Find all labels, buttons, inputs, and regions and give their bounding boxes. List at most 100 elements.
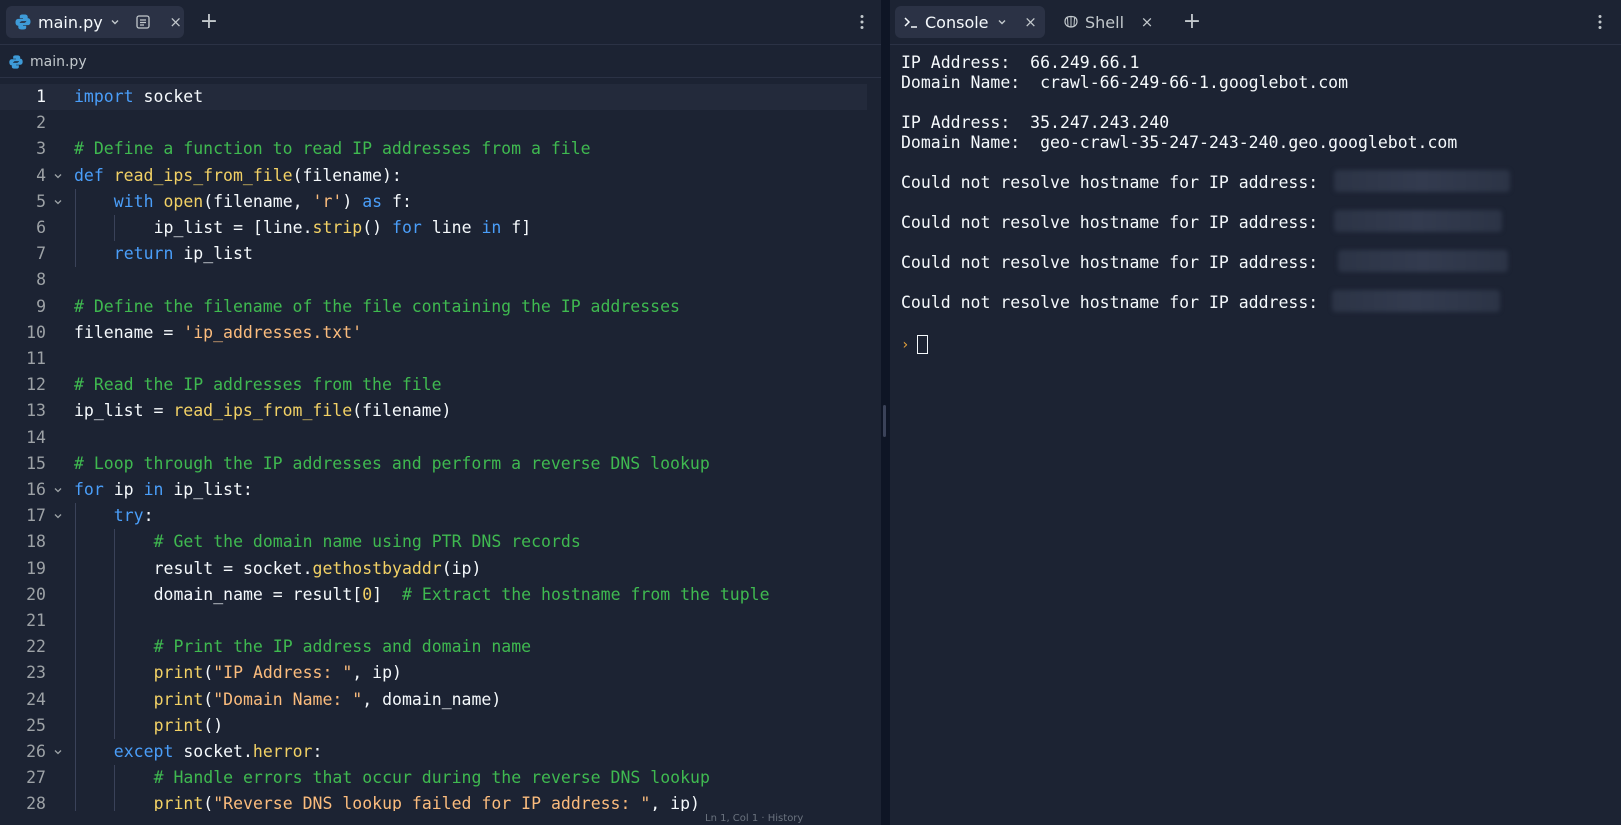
more-options-icon[interactable]	[852, 10, 872, 34]
code-line[interactable]: 3 # Define a function to read IP addresse…	[0, 136, 867, 162]
code-line[interactable]: 9 # Define the filename of the file conta…	[0, 294, 867, 320]
code-text: print("IP Address: ", ip)	[153, 663, 402, 683]
console-prompt[interactable]: ›	[901, 335, 929, 354]
code-text: with open(filename, 'r') as f:	[113, 191, 412, 211]
code-line[interactable]: 25 print()	[0, 713, 867, 739]
line-number: 5	[36, 191, 46, 211]
code-text: print("Domain Name: ", domain_name)	[153, 689, 502, 709]
fold-chevron-icon[interactable]	[52, 189, 64, 215]
code-line[interactable]: 1 import socket	[0, 84, 867, 111]
line-number: 15	[26, 453, 46, 473]
line-number: 11	[26, 349, 46, 368]
tab-label: Console	[925, 12, 989, 32]
line-number: 3	[36, 139, 46, 159]
code-line[interactable]: 14	[0, 425, 867, 451]
code-line[interactable]: 6 ip_list = [line.strip() for line in f]	[0, 215, 867, 241]
new-tab-button[interactable]: +	[197, 10, 221, 34]
console-pane: Console × Shell × + IP Address: 66.249.6…	[890, 0, 1621, 825]
line-number: 18	[26, 532, 46, 552]
output-line: IP Address: 66.249.66.1	[901, 53, 1140, 72]
indent-guide	[114, 215, 116, 242]
fold-chevron-icon[interactable]	[52, 163, 64, 189]
fold-chevron-icon[interactable]	[52, 739, 64, 765]
code-text: result = socket.gethostbyaddr(ip)	[153, 558, 482, 578]
code-line[interactable]: 13 ip_list = read_ips_from_file(filename)	[0, 398, 867, 424]
document-outline-icon[interactable]	[135, 13, 152, 31]
output-line: Could not resolve hostname for IP addres…	[901, 173, 1319, 192]
code-editor[interactable]: 1 import socket 2 3 # Define a function to r…	[0, 84, 881, 811]
line-number: 22	[26, 637, 46, 657]
indent-guide	[74, 503, 76, 811]
indent-guide	[114, 765, 116, 811]
indent-guide	[74, 188, 76, 268]
line-number: 10	[26, 322, 46, 342]
code-text: # Loop through the IP addresses and perf…	[74, 453, 710, 473]
code-line[interactable]: 16 for ip in ip_list:	[0, 477, 867, 503]
code-line[interactable]: 10 filename = 'ip_addresses.txt'	[0, 320, 867, 346]
close-icon[interactable]: ×	[167, 13, 184, 31]
code-line[interactable]: 7 return ip_list	[0, 241, 867, 267]
breadcrumb-file: main.py	[30, 53, 87, 70]
code-text: return ip_list	[113, 244, 253, 264]
tab-label: Shell	[1085, 12, 1125, 32]
code-text: # Define a function to read IP addresses…	[74, 139, 591, 159]
code-line[interactable]: 11	[0, 346, 867, 372]
line-number: 1	[36, 87, 46, 106]
pane-divider[interactable]	[881, 0, 890, 825]
text-cursor	[917, 335, 929, 354]
code-line[interactable]: 17 try:	[0, 503, 867, 529]
line-number: 7	[36, 244, 46, 264]
code-line[interactable]: 26 except socket.herror:	[0, 739, 867, 765]
code-line[interactable]: 23 print("IP Address: ", ip)	[0, 660, 867, 686]
code-text: import socket	[74, 87, 204, 106]
code-line[interactable]: 12 # Read the IP addresses from the file	[0, 372, 867, 398]
tab-console[interactable]: Console ×	[895, 6, 1045, 38]
chevron-down-icon[interactable]	[996, 16, 1008, 28]
code-line[interactable]: 18 # Get the domain name using PTR DNS re…	[0, 529, 867, 555]
close-icon[interactable]: ×	[1022, 13, 1040, 31]
code-line[interactable]: 20 domain_name = result[0] # Extract the …	[0, 582, 867, 608]
code-line[interactable]: 24 print("Domain Name: ", domain_name)	[0, 687, 867, 713]
code-text: domain_name = result[0] # Extract the ho…	[153, 584, 770, 604]
code-text: # Handle errors that occur during the re…	[153, 768, 710, 788]
code-line[interactable]: 21	[0, 608, 867, 634]
code-text: except socket.herror:	[113, 742, 323, 761]
line-number: 21	[26, 611, 46, 630]
code-line[interactable]: 5 with open(filename, 'r') as f:	[0, 189, 867, 215]
line-number: 16	[26, 480, 46, 499]
output-line: Domain Name: geo-crawl-35-247-243-240.ge…	[901, 133, 1458, 152]
code-text: print()	[153, 715, 224, 735]
line-number: 6	[36, 218, 46, 237]
code-line[interactable]: 2	[0, 110, 867, 136]
chevron-down-icon[interactable]	[110, 16, 121, 28]
resize-handle[interactable]	[883, 405, 886, 437]
output-line: Domain Name: crawl-66-249-66-1.googlebot…	[901, 73, 1349, 92]
code-text: # Define the filename of the file contai…	[74, 296, 680, 316]
code-line[interactable]: 27 # Handle errors that occur during the …	[0, 765, 867, 791]
code-line[interactable]: 28 print("Reverse DNS lookup failed for I…	[0, 791, 867, 811]
fold-chevron-icon[interactable]	[52, 477, 64, 503]
tab-shell[interactable]: Shell ×	[1055, 6, 1165, 38]
close-icon[interactable]: ×	[1138, 13, 1156, 31]
new-tab-button[interactable]: +	[1180, 10, 1204, 34]
code-line[interactable]: 4 def read_ips_from_file(filename):	[0, 163, 867, 189]
code-text: print("Reverse DNS lookup failed for IP …	[153, 794, 700, 811]
editor-status: Ln 1, Col 1 · History	[705, 813, 804, 824]
fold-chevron-icon[interactable]	[52, 503, 64, 529]
more-options-icon[interactable]	[1590, 10, 1610, 34]
tab-main-py[interactable]: main.py ×	[6, 6, 184, 38]
code-line[interactable]: 19 result = socket.gethostbyaddr(ip)	[0, 556, 867, 582]
code-line[interactable]: 8	[0, 267, 867, 293]
code-line[interactable]: 15 # Loop through the IP addresses and pe…	[0, 451, 867, 477]
tab-label: main.py	[38, 12, 103, 32]
output-line: Could not resolve hostname for IP addres…	[901, 253, 1319, 272]
code-line[interactable]: 22 # Print the IP address and domain name	[0, 634, 867, 660]
code-text: # Print the IP address and domain name	[153, 637, 532, 657]
console-tabbar: Console × Shell × +	[890, 0, 1621, 45]
indent-guide	[114, 529, 116, 739]
python-icon	[8, 54, 24, 70]
line-number: 12	[26, 375, 46, 395]
line-number: 9	[36, 296, 46, 316]
line-number: 2	[36, 113, 46, 133]
breadcrumb[interactable]: main.py	[0, 46, 881, 78]
